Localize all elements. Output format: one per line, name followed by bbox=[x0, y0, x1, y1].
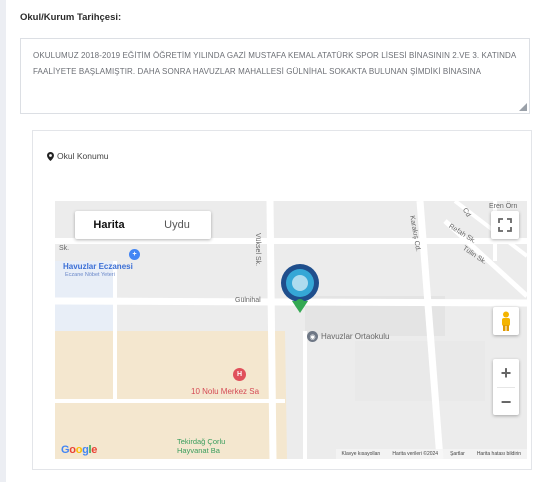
terms-link[interactable]: Şartlar bbox=[450, 451, 465, 457]
google-logo: Google bbox=[61, 444, 97, 456]
street-label-sk: Sk. bbox=[59, 245, 70, 252]
report-error-link[interactable]: Harita hatası bildirin bbox=[477, 451, 521, 457]
pharmacy-marker-icon[interactable]: + bbox=[129, 249, 140, 260]
zoom-control: + − bbox=[493, 359, 519, 415]
pharmacy-sub-label: Eczane Nöbet Yeteri bbox=[65, 272, 115, 278]
health-marker-icon[interactable]: H bbox=[233, 368, 246, 381]
health-poi-label[interactable]: 10 Nolu Merkez Sa bbox=[191, 387, 259, 396]
google-logo-letter: e bbox=[91, 444, 98, 456]
pegman-icon bbox=[502, 311, 510, 331]
zoom-in-button[interactable]: + bbox=[493, 359, 519, 387]
text-fade bbox=[21, 99, 529, 113]
school-poi-label[interactable]: Havuzlar Ortaokulu bbox=[321, 332, 389, 341]
location-label-text: Okul Konumu bbox=[57, 151, 109, 161]
resize-handle[interactable] bbox=[519, 103, 527, 111]
school-info-card: Okul/Kurum Tarihçesi: OKULUMUZ 2018-2019… bbox=[6, 0, 542, 482]
location-card: Okul Konumu Vüksel Sk. Karakış Cd. Refah… bbox=[32, 130, 532, 470]
vet-poi-label-1[interactable]: Tekirdağ Çorlu bbox=[177, 437, 225, 446]
street-view-pegman[interactable] bbox=[493, 307, 519, 335]
school-poi-icon[interactable]: ◉ bbox=[307, 331, 318, 342]
map-tiles bbox=[55, 201, 527, 459]
keyboard-shortcuts-link[interactable]: Klavye kısayolları bbox=[342, 451, 381, 457]
map-marker-icon bbox=[47, 151, 54, 161]
history-text: OKULUMUZ 2018-2019 EĞİTİM ÖĞRETİM YILIND… bbox=[33, 51, 516, 76]
zoom-out-button[interactable]: − bbox=[493, 388, 519, 416]
fullscreen-icon bbox=[498, 218, 512, 232]
fullscreen-button[interactable] bbox=[491, 211, 519, 239]
map-type-satellite-button[interactable]: Uydu bbox=[143, 211, 211, 239]
pharmacy-label[interactable]: Havuzlar Eczanesi bbox=[63, 262, 133, 271]
street-label-vuksel: Vüksel Sk. bbox=[254, 233, 261, 267]
vet-poi-label-2[interactable]: Hayvanat Ba bbox=[177, 446, 220, 455]
history-title: Okul/Kurum Tarihçesi: bbox=[20, 12, 122, 23]
map-attribution: Klavye kısayolları Harita verileri ©2024… bbox=[335, 449, 527, 459]
map-type-toggle: Harita Uydu bbox=[75, 211, 211, 239]
location-label: Okul Konumu bbox=[47, 151, 109, 161]
map-type-map-button[interactable]: Harita bbox=[75, 211, 143, 239]
street-label-gulnihal: Gülnihal bbox=[235, 297, 261, 304]
street-label-eren: Eren Örn bbox=[489, 203, 518, 210]
map-data-text: Harita verileri ©2024 bbox=[392, 451, 439, 457]
history-textarea[interactable]: OKULUMUZ 2018-2019 EĞİTİM ÖĞRETİM YILIND… bbox=[20, 38, 530, 114]
google-map[interactable]: Vüksel Sk. Karakış Cd. Refah Sk. Tülin S… bbox=[55, 201, 527, 459]
